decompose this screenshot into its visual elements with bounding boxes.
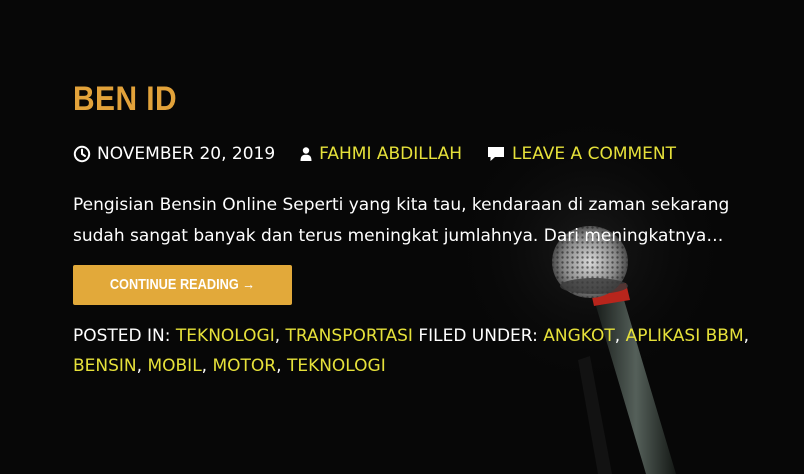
post-date: NOVEMBER 20, 2019 [73,144,275,164]
clock-icon [73,145,91,163]
tag-link[interactable]: MOTOR [212,356,276,376]
post-author-link[interactable]: FAHMI ABDILLAH [319,144,462,164]
category-link[interactable]: TRANSPORTASI [286,326,413,346]
tag-link[interactable]: ANGKOT [543,326,615,346]
category-link[interactable]: TEKNOLOGI [176,326,275,346]
tag-link[interactable]: MOBIL [147,356,201,376]
post-title[interactable]: BEN ID [73,78,689,120]
post-author: FAHMI ABDILLAH [299,144,462,164]
user-icon [300,147,312,161]
post-excerpt: Pengisian Bensin Online Seperti yang kit… [73,195,730,246]
post-comments: LEAVE A COMMENT [486,144,676,164]
tag-link[interactable]: TEKNOLOGI [287,356,386,376]
posted-in-label: POSTED IN: [73,326,171,346]
post-entry: BEN ID NOVEMBER 20, 2019 FAHMI ABDILLAH … [73,78,773,381]
post-taxonomy: POSTED IN: TEKNOLOGI, TRANSPORTASI FILED… [73,326,750,376]
continue-reading-button[interactable]: CONTINUE READING → [73,265,292,305]
post-meta: NOVEMBER 20, 2019 FAHMI ABDILLAH LEAVE A… [73,142,773,166]
continue-reading-label: CONTINUE READING → [109,276,256,293]
tag-link[interactable]: APLIKASI BBM [626,326,744,346]
tag-link[interactable]: BENSIN [73,356,137,376]
comment-icon [488,147,505,161]
leave-comment-link[interactable]: LEAVE A COMMENT [512,144,676,164]
filed-under-label: FILED UNDER: [418,326,538,346]
post-date-text: NOVEMBER 20, 2019 [97,144,276,164]
